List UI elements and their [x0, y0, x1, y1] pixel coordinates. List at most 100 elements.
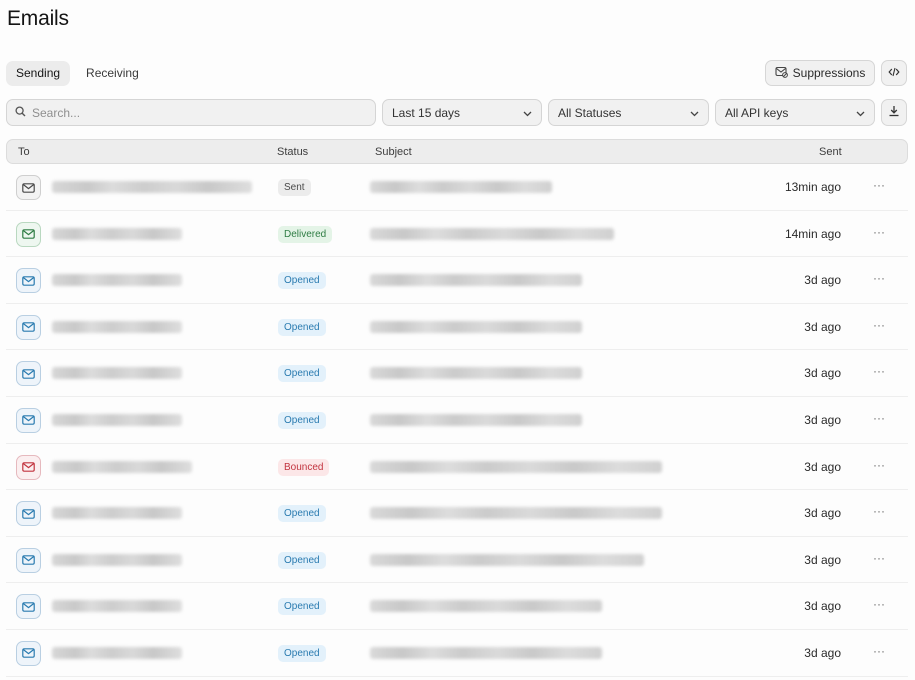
- email-table-body: Sent 13min ago ··· Delivered 14min ago ··· Ope…: [6, 164, 908, 677]
- status-badge: Opened: [278, 272, 326, 290]
- column-to: To: [18, 146, 30, 158]
- recipient-redacted: [52, 646, 182, 659]
- recipient-redacted: [52, 181, 252, 193]
- table-row[interactable]: Opened 3d ago ···: [6, 490, 908, 537]
- search-field[interactable]: [6, 99, 376, 126]
- mail-icon: [16, 547, 41, 573]
- sent-time: 14min ago: [784, 226, 841, 241]
- sent-time: 3d ago: [804, 319, 841, 334]
- more-options-icon[interactable]: ···: [870, 457, 888, 475]
- tab-receiving[interactable]: Receiving: [76, 61, 149, 86]
- status-badge: Opened: [278, 411, 326, 429]
- chevron-down-icon: [523, 106, 532, 120]
- table-row[interactable]: Opened 3d ago ···: [6, 257, 908, 304]
- sent-time: 3d ago: [804, 366, 841, 381]
- sent-time: 3d ago: [804, 273, 841, 288]
- more-options-icon[interactable]: ···: [870, 643, 888, 661]
- table-header: To Status Subject Sent: [6, 139, 908, 164]
- subject-redacted: [370, 274, 582, 287]
- mail-block-icon: [775, 66, 788, 81]
- status-badge: Opened: [278, 365, 326, 383]
- table-row[interactable]: Opened 3d ago ···: [6, 583, 908, 630]
- download-button[interactable]: [881, 99, 907, 126]
- table-row[interactable]: Opened 3d ago ···: [6, 537, 908, 584]
- sent-time: 3d ago: [804, 552, 841, 567]
- tab-bar: Sending Receiving: [6, 61, 149, 86]
- more-options-icon[interactable]: ···: [870, 363, 888, 381]
- table-row[interactable]: Delivered 14min ago ···: [6, 211, 908, 258]
- recipient-redacted: [52, 367, 182, 380]
- more-options-icon[interactable]: ···: [870, 503, 888, 521]
- more-options-icon[interactable]: ···: [870, 596, 888, 614]
- recipient-redacted: [52, 274, 182, 287]
- status-badge: Bounced: [278, 458, 330, 476]
- column-sent: Sent: [819, 146, 842, 158]
- subject-redacted: [370, 507, 662, 520]
- recipient-redacted: [52, 553, 182, 566]
- table-row[interactable]: Sent 13min ago ···: [6, 164, 908, 211]
- chevron-down-icon: [690, 106, 699, 120]
- table-row[interactable]: Opened 3d ago ···: [6, 304, 908, 351]
- more-options-icon[interactable]: ···: [870, 317, 888, 335]
- subject-redacted: [370, 320, 582, 333]
- more-options-icon[interactable]: ···: [870, 270, 888, 288]
- more-options-icon[interactable]: ···: [870, 177, 888, 195]
- status-badge: Opened: [278, 318, 326, 336]
- more-options-icon[interactable]: ···: [870, 224, 888, 242]
- subject-redacted: [370, 413, 582, 426]
- mail-icon: [16, 268, 41, 294]
- subject-redacted: [370, 181, 552, 193]
- mail-icon: [16, 454, 41, 480]
- sent-time: 3d ago: [804, 506, 841, 521]
- column-status: Status: [277, 146, 309, 158]
- code-button[interactable]: [881, 60, 907, 86]
- mail-icon: [16, 361, 41, 387]
- table-row[interactable]: Opened 3d ago ···: [6, 397, 908, 444]
- mail-icon: [16, 175, 41, 200]
- status-select[interactable]: All Statuses: [548, 99, 709, 126]
- mail-icon: [16, 501, 41, 527]
- subject-redacted: [370, 553, 644, 566]
- status-badge: Opened: [278, 598, 326, 616]
- recipient-redacted: [52, 507, 182, 520]
- search-icon: [15, 104, 26, 122]
- download-icon: [888, 105, 900, 120]
- subject-redacted: [370, 367, 582, 380]
- table-row[interactable]: Opened 3d ago ···: [6, 630, 908, 677]
- sent-time: 3d ago: [804, 412, 841, 427]
- table-row[interactable]: Opened 3d ago ···: [6, 350, 908, 397]
- api-keys-value: All API keys: [725, 105, 789, 120]
- status-value: All Statuses: [558, 105, 622, 120]
- more-options-icon[interactable]: ···: [870, 550, 888, 568]
- sent-time: 3d ago: [804, 459, 841, 474]
- api-keys-select[interactable]: All API keys: [715, 99, 875, 126]
- subject-redacted: [370, 460, 662, 473]
- mail-icon: [16, 221, 41, 247]
- status-badge: Opened: [278, 505, 326, 523]
- subject-redacted: [370, 600, 602, 613]
- sent-time: 13min ago: [784, 180, 841, 194]
- date-range-value: Last 15 days: [392, 105, 461, 120]
- mail-icon: [16, 640, 41, 666]
- recipient-redacted: [52, 460, 192, 473]
- mail-icon: [16, 314, 41, 340]
- tab-sending[interactable]: Sending: [6, 61, 71, 86]
- sent-time: 3d ago: [804, 645, 841, 660]
- recipient-redacted: [52, 227, 182, 240]
- code-icon: [888, 66, 900, 81]
- sent-time: 3d ago: [804, 599, 841, 614]
- more-options-icon[interactable]: ···: [870, 410, 888, 428]
- status-badge: Delivered: [278, 225, 333, 243]
- table-row[interactable]: Bounced 3d ago ···: [6, 444, 908, 491]
- chevron-down-icon: [856, 106, 865, 120]
- subject-redacted: [370, 227, 614, 240]
- search-input[interactable]: [32, 105, 352, 120]
- date-range-select[interactable]: Last 15 days: [382, 99, 542, 126]
- mail-icon: [16, 407, 41, 433]
- recipient-redacted: [52, 320, 182, 333]
- recipient-redacted: [52, 413, 182, 426]
- status-badge: Opened: [278, 644, 326, 662]
- subject-redacted: [370, 646, 602, 659]
- suppressions-button[interactable]: Suppressions: [765, 60, 875, 86]
- mail-icon: [16, 594, 41, 620]
